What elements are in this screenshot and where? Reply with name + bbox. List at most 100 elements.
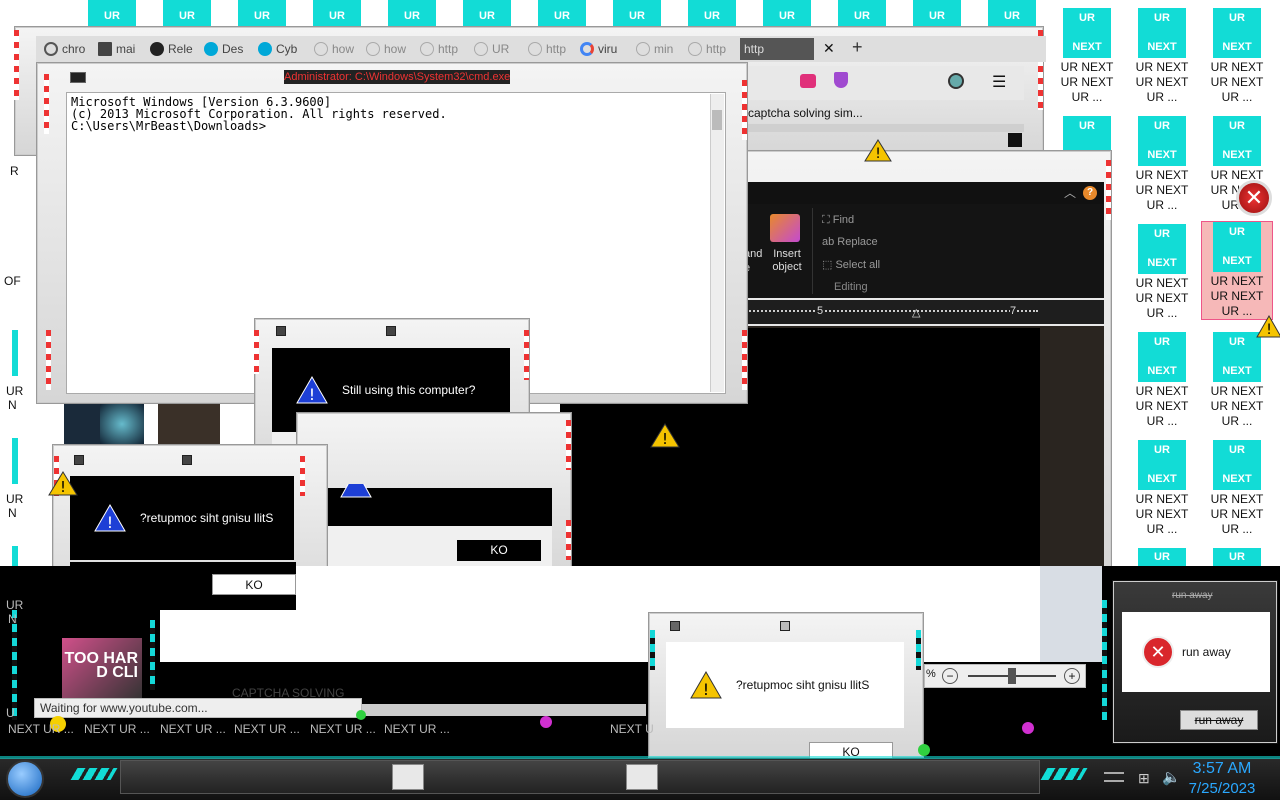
svg-text:!: ! [703,680,709,699]
desktop-tile[interactable]: UR [688,0,736,28]
select-all-button[interactable]: ⬚ Select all [822,258,880,271]
desktop-tile[interactable]: UR [388,0,436,28]
extension-icon[interactable] [800,74,816,88]
menu-icon[interactable]: ☰ [992,72,1006,92]
fragment-text: N [8,398,17,412]
clock-date[interactable]: 7/25/2023 [1186,780,1258,797]
tray-menu-icon[interactable] [1104,772,1124,782]
search-suggestion[interactable]: captcha solving sim... [748,106,863,120]
help-icon[interactable]: ? [1083,186,1097,200]
icon-line1: UR [1229,444,1245,456]
ko-button[interactable]: KO [212,574,296,595]
indent-marker-icon[interactable]: △ [912,306,920,319]
zoom-in-button[interactable]: + [1064,668,1080,684]
cmd-scrollbar[interactable] [710,94,724,392]
ruler-ticks [742,310,1038,312]
binoculars-icon: ⛶ [822,214,833,226]
frame-stripe [300,456,305,496]
desktop-icon-label: UR NEXT UR NEXT UR ... [1135,60,1189,104]
browser-tab[interactable]: min [636,38,684,60]
browser-tab[interactable]: Rele [150,38,200,60]
icon-line1: UR [1229,120,1245,132]
scroll-up-icon[interactable] [1008,133,1022,147]
frame-stripe [1102,600,1107,720]
collapse-ribbon-icon[interactable]: ︿ [1064,184,1076,201]
desktop-tile[interactable]: UR [163,0,211,28]
browser-tab[interactable]: mai [98,38,146,60]
profile-icon[interactable] [948,73,964,89]
network-icon[interactable]: ⊞ [1138,770,1150,787]
window-control-icon[interactable] [386,326,396,336]
browser-tab[interactable]: Cyb [258,38,308,60]
frame-stripe [150,620,155,690]
window-control-icon[interactable] [780,621,790,631]
find-button[interactable]: ⛶ Find [822,214,854,227]
loading-bar [362,704,646,716]
globe-icon [420,42,434,56]
desktop-tile[interactable]: UR [313,0,361,28]
cmd-scroll-thumb[interactable] [712,110,722,130]
browser-tab[interactable]: UR [474,38,522,60]
zoom-out-button[interactable]: − [942,668,958,684]
desktop-icon[interactable]: UR NEXT UR NEXT UR NEXT UR ... [1127,8,1197,105]
desktop-tile[interactable]: UR [838,0,886,28]
insert-object-label[interactable]: Insert object [770,248,804,274]
cmd-icon [70,72,86,83]
window-control-icon[interactable] [670,621,680,631]
desktop-icon[interactable]: UR NEXT UR NEXT UR NEXT UR ... [1127,224,1197,321]
run-away-button[interactable]: run away [1180,710,1258,730]
zoom-percent: % [926,668,936,680]
close-tab-icon[interactable]: ✕ [823,40,835,57]
browser-tab[interactable]: http [420,38,468,60]
volume-icon[interactable]: 🔈 [1162,768,1181,786]
desktop-tile[interactable]: UR [538,0,586,28]
shield-extension-icon[interactable] [834,72,848,88]
globe-icon [688,42,702,56]
desktop-tile[interactable]: UR [238,0,286,28]
wordpad-taskbar-icon[interactable] [392,764,424,790]
icon-line1: UR [1154,228,1170,240]
icon-line2: NEXT [1147,473,1177,485]
browser-tab[interactable]: http [528,38,576,60]
desktop-tile[interactable]: UR [613,0,661,28]
frame-stripe [650,630,655,670]
tab-label: http [438,42,459,56]
wordpad-taskbar-icon[interactable] [626,764,658,790]
start-button[interactable] [6,760,44,798]
desktop-icon[interactable]: UR NEXT UR NEXT UR NEXT UR ... [1202,8,1272,105]
desktop-icon[interactable]: UR NEXT UR NEXT UR NEXT UR ... [1127,332,1197,429]
video-thumbnail[interactable] [158,404,220,444]
replace-icon: ab [822,236,838,248]
browser-tab[interactable]: Des [204,38,254,60]
browser-tab-active[interactable]: http [740,38,814,60]
zoom-slider-thumb[interactable] [1008,668,1016,684]
desktop-icon[interactable]: UR NEXT UR NEXT UR NEXT UR ... [1052,8,1122,105]
desktop-icon[interactable]: UR NEXT UR NEXT UR NEXT UR ... [1127,440,1197,537]
desktop-icon-selected[interactable]: UR NEXT UR NEXT UR NEXT UR ... [1201,221,1273,320]
replace-button[interactable]: ab Replace [822,236,878,248]
browser-tab[interactable]: http [688,38,736,60]
desktop-icon[interactable]: UR NEXT UR NEXT UR NEXT UR ... [1127,116,1197,213]
browser-tab[interactable]: chro [44,38,94,60]
clock-time[interactable]: 3:57 AM [1190,760,1254,778]
window-control-icon[interactable] [276,326,286,336]
browser-tab[interactable]: viru [580,38,630,60]
new-tab-button[interactable]: + [852,37,863,58]
ko-button[interactable]: KO [457,540,541,561]
video-thumbnail[interactable]: TOO HARD CLI [62,638,142,700]
window-control-icon[interactable] [74,455,84,465]
insert-object-icon[interactable] [770,214,800,242]
desktop-icon[interactable]: UR NEXT UR NEXT UR NEXT UR ... [1202,440,1272,537]
warning-icon: ! [690,671,722,699]
desktop-tile[interactable]: UR [988,0,1036,28]
desktop-tile[interactable]: UR [463,0,511,28]
desktop-tile[interactable]: UR [913,0,961,28]
frame-stripe [742,330,747,390]
desktop-icon[interactable]: UR NEXT UR NEXT UR NEXT UR ... [1202,332,1272,429]
desktop-tile[interactable]: UR [763,0,811,28]
desktop-tile[interactable]: UR [88,0,136,28]
browser-tab[interactable]: how [314,38,362,60]
window-control-icon[interactable] [182,455,192,465]
browser-tab[interactable]: how [366,38,414,60]
svg-text:!: ! [875,146,881,162]
